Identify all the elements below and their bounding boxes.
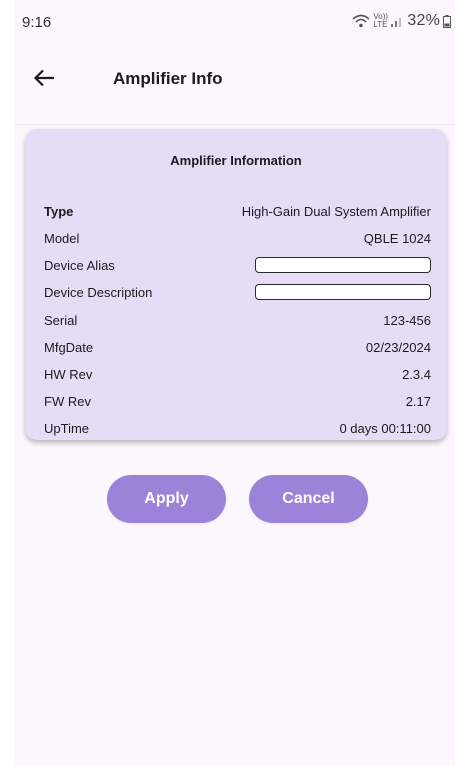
info-row-device-description: Device Description [44,282,431,302]
volte-lte-icon: Vo)) LTE [373,12,389,29]
wifi-icon [352,14,370,28]
status-icons: Vo)) LTE 32% [352,12,451,30]
signal-icon [390,15,404,28]
info-row-fw-rev: FW Rev 2.17 [44,391,431,411]
row-value: QBLE 1024 [363,230,431,246]
row-label: MfgDate [44,339,94,355]
row-label: Device Alias [44,257,115,273]
row-label: Device Description [44,284,153,300]
row-value: 123-456 [383,312,431,328]
arrow-back-icon [33,69,55,92]
device-alias-input[interactable] [255,257,431,273]
cancel-button[interactable]: Cancel [249,475,368,523]
row-label: Model [44,230,80,246]
battery-icon [443,14,451,28]
apply-button[interactable]: Apply [107,475,226,523]
screen: 9:16 Vo)) LTE 32% Amplifier Info Amplifi… [14,0,455,766]
battery-percent: 32% [407,12,440,29]
page-title: Amplifier Info [113,69,223,88]
info-row-device-alias: Device Alias [44,255,431,275]
back-button[interactable] [28,64,60,96]
info-row-mfgdate: MfgDate 02/23/2024 [44,337,431,357]
row-label: Type [44,203,74,219]
row-value: 02/23/2024 [365,339,431,355]
row-value: 2.17 [405,393,431,409]
row-label: HW Rev [44,366,93,382]
row-value: 0 days 00:11:00 [339,420,431,436]
row-label: FW Rev [44,393,91,409]
info-row-serial: Serial 123-456 [44,310,431,330]
card-title: Amplifier Information [170,153,302,168]
info-row-hw-rev: HW Rev 2.3.4 [44,364,431,384]
info-row-model: Model QBLE 1024 [44,228,431,248]
app-bar: Amplifier Info [14,44,455,125]
info-row-type: Type High-Gain Dual System Amplifier [44,201,431,221]
amplifier-info-card: Amplifier Information Type High-Gain Dua… [25,129,447,440]
row-label: UpTime [44,420,90,436]
row-value: High-Gain Dual System Amplifier [241,203,431,219]
info-row-uptime: UpTime 0 days 00:11:00 [44,418,431,438]
row-label: Serial [44,312,78,328]
device-description-input[interactable] [255,284,431,300]
row-value: 2.3.4 [402,366,431,382]
status-bar: 9:16 Vo)) LTE 32% [14,0,455,44]
status-time: 9:16 [22,14,52,31]
